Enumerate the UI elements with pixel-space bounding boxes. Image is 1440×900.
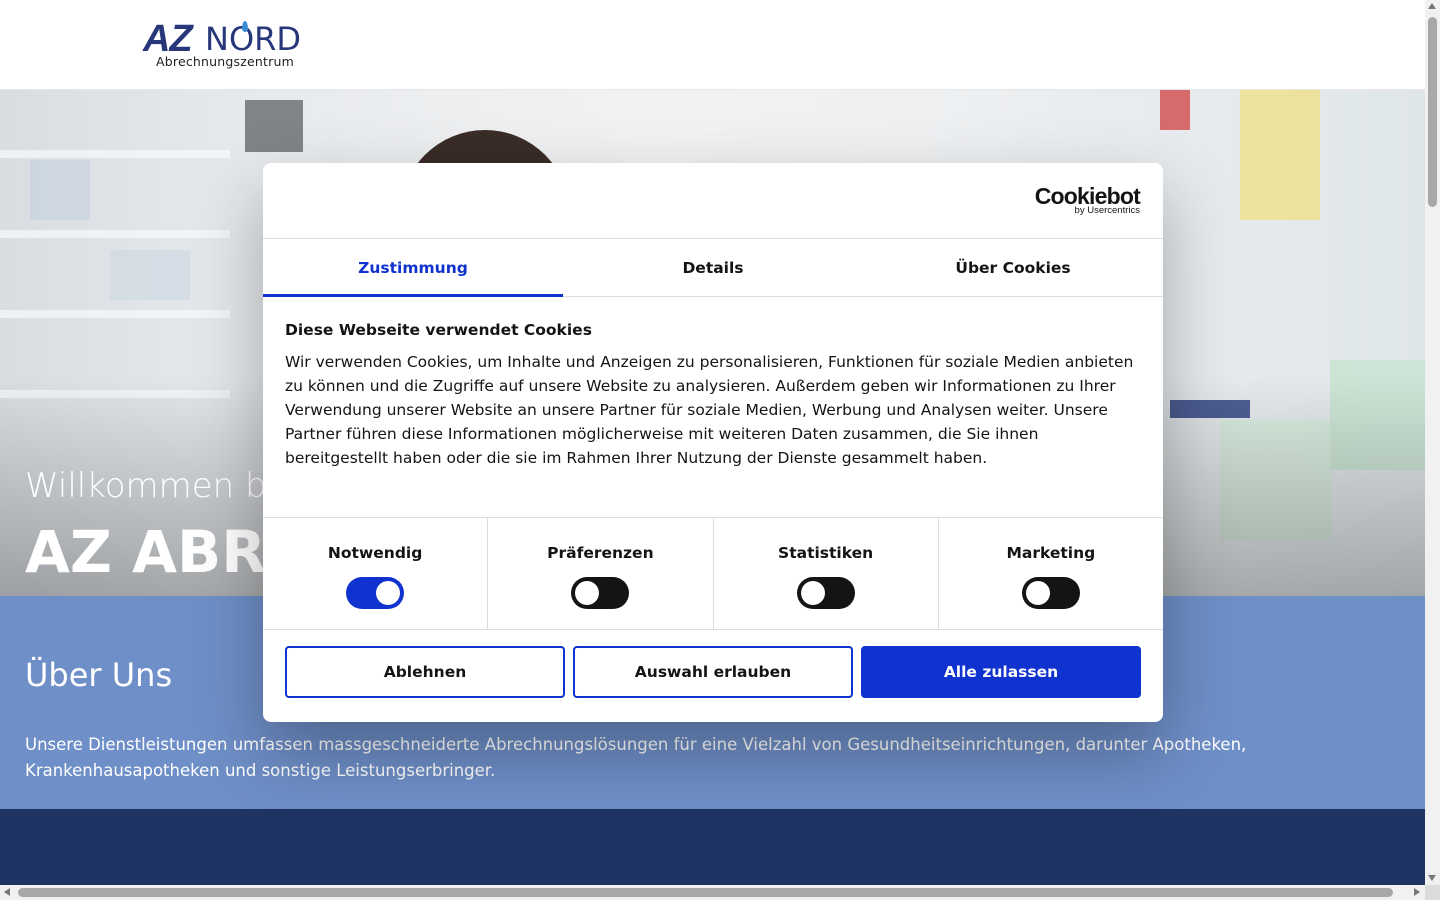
scroll-left-icon[interactable] [4, 888, 10, 896]
cookiebot-logo: Cookiebot by Usercentrics [1035, 183, 1141, 217]
tab-ueber-cookies[interactable]: Über Cookies [863, 239, 1163, 296]
drop-icon [242, 21, 248, 32]
cookie-consent-dialog: Cookiebot by Usercentrics Zustimmung Det… [263, 163, 1163, 722]
hero-welcome-text: Willkommen be [25, 466, 288, 506]
logo-subtitle: Abrechnungszentrum [156, 54, 294, 69]
shelf-box [110, 250, 190, 300]
shelf-box [1240, 90, 1320, 220]
scroll-down-icon[interactable] [1428, 875, 1436, 881]
shelf-decoration [0, 310, 230, 318]
category-label: Präferenzen [547, 544, 654, 562]
vertical-scroll-thumb[interactable] [1428, 17, 1437, 207]
dialog-title: Diese Webseite verwendet Cookies [285, 321, 592, 339]
tab-details[interactable]: Details [563, 239, 863, 296]
toggle-knob [800, 581, 825, 605]
category-label: Marketing [1006, 544, 1096, 562]
category-notwendig: Notwendig [263, 518, 489, 629]
dialog-description: Wir verwenden Cookies, um Inhalte und An… [285, 353, 1134, 467]
dialog-actions: Ablehnen Auswahl erlauben Alle zulassen [285, 646, 1141, 699]
shelf-box [1160, 90, 1190, 130]
scrollbar-corner [1425, 885, 1440, 900]
shelf-decoration [0, 230, 230, 238]
scroll-up-icon[interactable] [1428, 3, 1436, 9]
toggle-statistiken[interactable] [796, 577, 855, 609]
category-marketing: Marketing [939, 518, 1163, 629]
toggle-notwendig[interactable] [346, 577, 405, 609]
logo-nord-text: NORD [205, 20, 301, 58]
aznord-logo[interactable]: AZ NORD Abrechnungszentrum [143, 18, 308, 72]
allow-all-button[interactable]: Alle zulassen [861, 646, 1141, 698]
horizontal-scroll-thumb[interactable] [18, 888, 1393, 897]
dialog-header: Cookiebot by Usercentrics [263, 163, 1163, 239]
consent-categories: Notwendig Präferenzen Statistiken Market… [263, 517, 1163, 630]
site-header: AZ NORD Abrechnungszentrum [0, 0, 1425, 90]
shelf-box [30, 160, 90, 220]
shelf-box [245, 100, 303, 152]
about-text: Unsere Dienstleistungen umfassen massges… [25, 735, 1247, 780]
toggle-knob [1025, 581, 1050, 605]
toggle-knob [575, 581, 600, 605]
reject-button[interactable]: Ablehnen [285, 646, 565, 698]
about-title: Über Uns [25, 656, 173, 694]
allow-selection-button[interactable]: Auswahl erlauben [573, 646, 853, 698]
horizontal-scrollbar[interactable] [0, 885, 1425, 900]
shelf-decoration [0, 150, 230, 158]
category-label: Notwendig [327, 544, 423, 562]
category-label: Statistiken [778, 544, 874, 562]
category-statistiken: Statistiken [714, 518, 939, 629]
toggle-knob [376, 581, 401, 605]
footer-band [0, 809, 1425, 885]
dialog-body: Diese Webseite verwendet Cookies Wir ver… [285, 321, 1135, 470]
vertical-scrollbar[interactable] [1425, 0, 1440, 885]
toggle-praeferenzen[interactable] [571, 577, 630, 609]
toggle-marketing[interactable] [1021, 577, 1080, 609]
tab-zustimmung[interactable]: Zustimmung [263, 239, 563, 297]
category-praeferenzen: Präferenzen [488, 518, 714, 629]
dialog-tabs: Zustimmung Details Über Cookies [263, 239, 1163, 297]
cookiebot-byline: by Usercentrics [1074, 205, 1140, 216]
scroll-right-icon[interactable] [1414, 888, 1420, 896]
